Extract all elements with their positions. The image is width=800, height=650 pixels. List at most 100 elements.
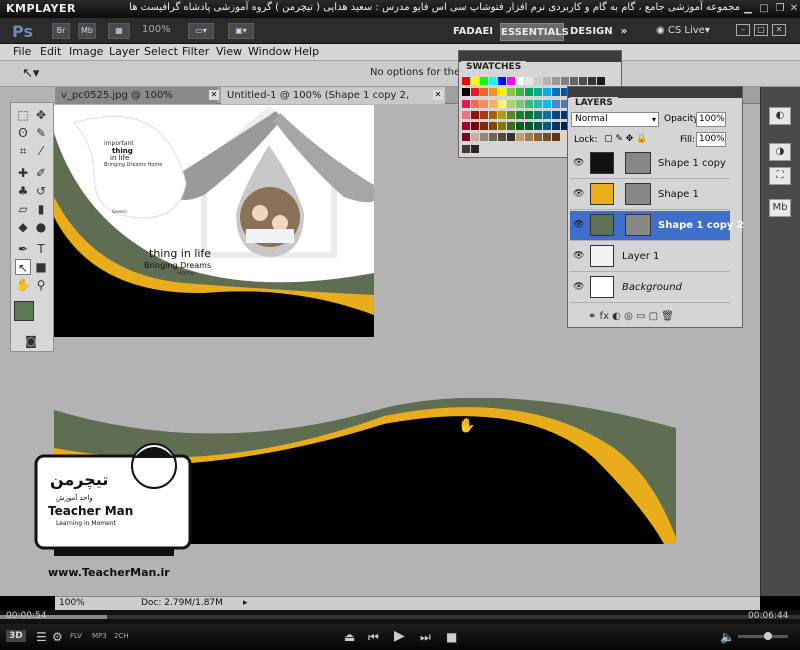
swatch[interactable] bbox=[507, 133, 515, 142]
maximize-icon[interactable]: □ bbox=[758, 3, 770, 15]
fill-input[interactable]: 100% bbox=[696, 132, 726, 147]
swatch[interactable] bbox=[516, 110, 524, 119]
layer-row[interactable]: 👁 Shape 1 bbox=[570, 180, 730, 210]
tab-layers[interactable]: LAYERS bbox=[570, 97, 618, 110]
stop-icon[interactable]: ■ bbox=[446, 630, 457, 644]
swatch[interactable] bbox=[462, 99, 470, 108]
visibility-eye-icon[interactable]: 👁 bbox=[573, 189, 585, 199]
swatch[interactable] bbox=[480, 88, 488, 97]
menu-help[interactable]: Help bbox=[294, 45, 319, 58]
swatch[interactable] bbox=[480, 133, 488, 142]
menu-window[interactable]: Window bbox=[248, 45, 291, 58]
visibility-eye-icon[interactable]: 👁 bbox=[573, 251, 585, 261]
tab-untitled-1[interactable]: Untitled-1 @ 100% (Shape 1 copy 2, RGB/8… bbox=[221, 87, 445, 118]
swatch[interactable] bbox=[498, 110, 506, 119]
swatch[interactable] bbox=[489, 99, 497, 108]
swatch[interactable] bbox=[498, 88, 506, 97]
swatch[interactable] bbox=[462, 122, 470, 131]
mini-bridge-button[interactable]: Mb bbox=[78, 23, 96, 39]
swatch[interactable] bbox=[507, 122, 515, 131]
swatch[interactable] bbox=[525, 133, 533, 142]
swatch[interactable] bbox=[588, 77, 596, 85]
type-tool-icon[interactable]: T bbox=[33, 241, 49, 257]
swatch[interactable] bbox=[480, 110, 488, 119]
swatch[interactable] bbox=[534, 133, 542, 142]
bridge-button[interactable]: Br bbox=[52, 23, 70, 39]
swatch[interactable] bbox=[471, 88, 479, 97]
healing-brush-tool-icon[interactable]: ✚ bbox=[15, 165, 31, 181]
swatch[interactable] bbox=[516, 88, 524, 97]
swatch[interactable] bbox=[516, 122, 524, 131]
quick-mask-icon[interactable]: ◙ bbox=[23, 333, 39, 349]
crop-tool-icon[interactable]: ⌗ bbox=[15, 143, 31, 159]
menu-image[interactable]: Image bbox=[69, 45, 103, 58]
swatch[interactable] bbox=[579, 77, 587, 85]
swatch[interactable] bbox=[489, 88, 497, 97]
view-extras-icon[interactable]: ▦ bbox=[108, 23, 130, 39]
menu-layer[interactable]: Layer bbox=[109, 45, 140, 58]
pen-tool-icon[interactable]: ✒ bbox=[15, 241, 31, 257]
arrange-documents-icon[interactable]: ▭▾ bbox=[188, 23, 214, 39]
lock-icons[interactable]: ▢ ✎ ✥ 🔒 bbox=[604, 134, 647, 144]
history-brush-tool-icon[interactable]: ↺ bbox=[33, 183, 49, 199]
swatch[interactable] bbox=[534, 122, 542, 131]
swatch[interactable] bbox=[507, 110, 515, 119]
tab-swatches[interactable]: SWATCHES bbox=[461, 61, 527, 74]
direct-selection-tool-icon[interactable]: ↖▾ bbox=[22, 66, 39, 81]
zoom-tool-icon[interactable]: ⚲ bbox=[33, 277, 49, 293]
swatch[interactable] bbox=[525, 99, 533, 108]
swatch[interactable] bbox=[498, 133, 506, 142]
marquee-tool-icon[interactable]: ⬚ bbox=[15, 107, 31, 123]
minimize-icon[interactable]: ▁ bbox=[742, 3, 754, 15]
blend-mode-dropdown[interactable]: Normal ▾ bbox=[571, 112, 659, 127]
ps-maximize-icon[interactable]: □ bbox=[754, 24, 768, 36]
brochure-canvas[interactable]: important thing in life Bringing Dreams … bbox=[54, 105, 374, 337]
close-icon[interactable]: ✕ bbox=[788, 3, 800, 15]
swatch[interactable] bbox=[480, 99, 488, 108]
eyedropper-tool-icon[interactable]: ⁄ bbox=[33, 143, 49, 159]
swatch[interactable] bbox=[462, 110, 470, 119]
quick-selection-tool-icon[interactable]: ✎ bbox=[33, 125, 49, 141]
tab-v-pc0525[interactable]: v_pc0525.jpg @ 100% (RGB/8#) bbox=[55, 87, 217, 118]
swatch[interactable] bbox=[543, 88, 551, 97]
status-arrow-icon[interactable]: ▸ bbox=[243, 598, 253, 608]
layer-row[interactable]: 👁 Shape 1 copy bbox=[570, 149, 730, 179]
dodge-tool-icon[interactable]: ● bbox=[33, 219, 49, 235]
play-icon[interactable]: ▶ bbox=[394, 628, 405, 644]
cs-live-button[interactable]: ◉ CS Live▾ bbox=[656, 25, 710, 36]
layer-actions-icons[interactable]: ⚭ fx ◐ ◎ ▭ ▢ 🗑 bbox=[588, 311, 674, 322]
swatch[interactable] bbox=[471, 99, 479, 108]
swatch[interactable] bbox=[516, 133, 524, 142]
shape-tool-icon[interactable]: ■ bbox=[33, 259, 49, 275]
gradient-tool-icon[interactable]: ▮ bbox=[33, 201, 49, 217]
adjustments-panel-icon[interactable]: ◑ bbox=[769, 143, 791, 161]
lasso-tool-icon[interactable]: ʘ bbox=[15, 125, 31, 141]
mini-bridge-panel-icon[interactable]: Mb bbox=[769, 199, 791, 217]
swatch[interactable] bbox=[543, 77, 551, 85]
playback-progress[interactable]: 00:00:54 00:06:44 bbox=[0, 610, 800, 624]
previous-icon[interactable]: ⏮ bbox=[368, 630, 379, 645]
swatch[interactable] bbox=[498, 99, 506, 108]
swatch[interactable] bbox=[498, 77, 506, 85]
swatch[interactable] bbox=[471, 144, 479, 153]
clone-stamp-tool-icon[interactable]: ♣ bbox=[15, 183, 31, 199]
swatch[interactable] bbox=[534, 77, 542, 85]
swatch[interactable] bbox=[489, 110, 497, 119]
swatch[interactable] bbox=[525, 77, 533, 85]
menu-icon[interactable]: ☰ bbox=[36, 630, 47, 644]
workspace-fadaei[interactable]: FADAEI bbox=[452, 23, 494, 41]
layer-row[interactable]: 👁 Background bbox=[570, 273, 730, 303]
swatch[interactable] bbox=[543, 122, 551, 131]
swatch[interactable] bbox=[471, 133, 479, 142]
screen-mode-icon[interactable]: ▣▾ bbox=[228, 23, 254, 39]
swatch[interactable] bbox=[489, 77, 497, 85]
swatch[interactable] bbox=[543, 133, 551, 142]
layer-row[interactable]: 👁 Layer 1 bbox=[570, 242, 730, 272]
next-icon[interactable]: ⏭ bbox=[420, 630, 431, 645]
swatch[interactable] bbox=[543, 99, 551, 108]
blur-tool-icon[interactable]: ◆ bbox=[15, 219, 31, 235]
menu-edit[interactable]: Edit bbox=[40, 45, 61, 58]
swatch[interactable] bbox=[498, 122, 506, 131]
swatch[interactable] bbox=[525, 110, 533, 119]
swatch[interactable] bbox=[534, 99, 542, 108]
